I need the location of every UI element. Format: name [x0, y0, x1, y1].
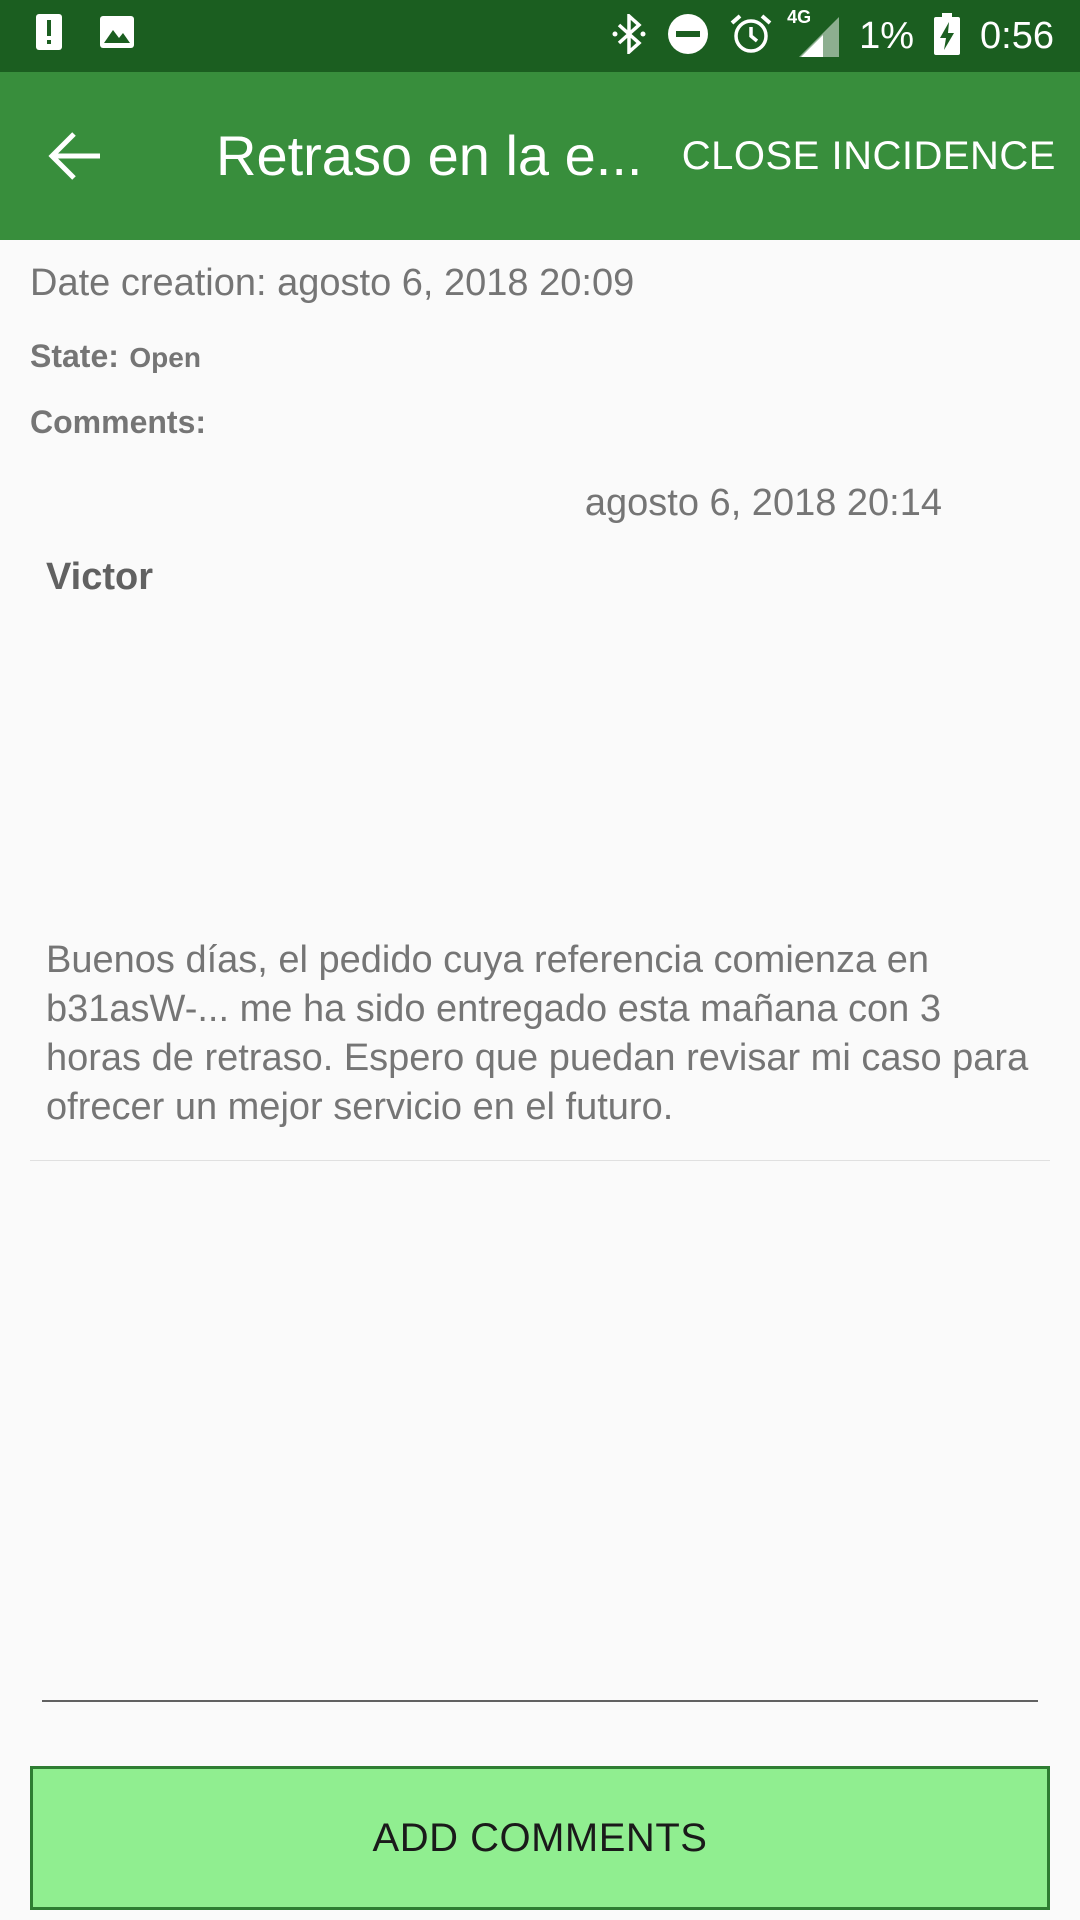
state-row: State: Open	[30, 338, 201, 375]
battery-charging-icon	[934, 12, 961, 60]
new-comment-input[interactable]	[42, 1700, 1038, 1702]
comment-date: agosto 6, 2018 20:14	[584, 482, 942, 524]
image-icon	[100, 16, 134, 53]
status-right-icons: 4G 1% 0:56	[591, 7, 1054, 62]
comment-author: Victor	[46, 556, 154, 598]
status-bar: 4G 1% 0:56	[0, 0, 1080, 72]
do-not-disturb-icon	[667, 13, 709, 60]
clock: 0:56	[980, 15, 1054, 57]
alarm-icon	[729, 12, 773, 61]
add-comments-button[interactable]: ADD COMMENTS	[30, 1766, 1050, 1910]
comment-text: Buenos días, el pedido cuya referencia c…	[46, 939, 1029, 1128]
page-title: Retraso en la e...	[216, 124, 643, 187]
close-incidence-button[interactable]: CLOSE INCIDENCE	[682, 130, 1056, 182]
alert-icon	[36, 14, 62, 55]
state-label: State:	[30, 338, 119, 374]
bluetooth-icon	[611, 11, 647, 59]
comment-item: agosto 6, 2018 20:14 Victor Buenos días,…	[30, 470, 1050, 1161]
app-bar: Retraso en la e... CLOSE INCIDENCE	[0, 72, 1080, 240]
arrow-back-icon[interactable]	[46, 126, 106, 186]
signal-icon: 4G	[787, 7, 840, 59]
comments-label: Comments:	[30, 404, 207, 440]
network-type: 4G	[787, 7, 812, 27]
add-comments-label: ADD COMMENTS	[372, 1815, 708, 1860]
status-left-icons	[36, 14, 134, 55]
state-value: Open	[129, 342, 201, 373]
battery-percent: 1%	[859, 15, 915, 57]
date-creation: Date creation: agosto 6, 2018 20:09	[30, 262, 635, 304]
